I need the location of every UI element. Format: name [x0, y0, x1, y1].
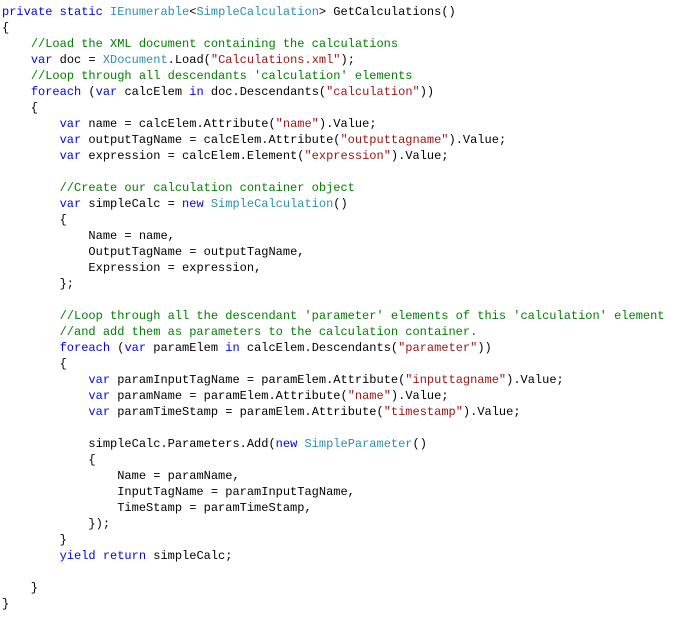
identifier: simpleCalc [153, 549, 225, 563]
keyword: in [225, 341, 239, 355]
identifier: Name [117, 469, 146, 483]
identifier: calcElem [139, 117, 197, 131]
comment: //and add them as parameters to the calc… [60, 325, 478, 339]
identifier: calcElem [204, 133, 262, 147]
identifier: Element [247, 149, 297, 163]
identifier: outputTagName [88, 133, 182, 147]
type: SimpleCalculation [196, 5, 318, 19]
identifier: Value [477, 405, 513, 419]
identifier: Value [405, 149, 441, 163]
keyword: static [60, 5, 103, 19]
keyword: var [60, 133, 82, 147]
code-block: private static IEnumerable<SimpleCalcula… [0, 0, 682, 616]
keyword: var [124, 341, 146, 355]
identifier: paramName [168, 469, 233, 483]
identifier: paramTimeStamp [117, 405, 218, 419]
keyword: in [189, 85, 203, 99]
string: "name" [348, 389, 391, 403]
identifier: name [88, 117, 117, 131]
identifier: Attribute [312, 405, 377, 419]
type: XDocument [103, 53, 168, 67]
keyword: var [88, 389, 110, 403]
identifier: Attribute [276, 389, 341, 403]
string: "timestamp" [384, 405, 463, 419]
string: "Calculations.xml" [211, 53, 341, 67]
string: "expression" [304, 149, 390, 163]
type: SimpleParameter [304, 437, 412, 451]
identifier: Add [247, 437, 269, 451]
keyword: var [88, 405, 110, 419]
keyword: private [2, 5, 52, 19]
identifier: TimeStamp [117, 501, 182, 515]
string: "parameter" [398, 341, 477, 355]
identifier: Value [463, 133, 499, 147]
string: "calculation" [326, 85, 420, 99]
keyword: var [60, 197, 82, 211]
identifier: calcElem [182, 149, 240, 163]
identifier: simpleCalc [88, 437, 160, 451]
identifier: GetCalculations [333, 5, 441, 19]
identifier: Value [521, 373, 557, 387]
type: SimpleCalculation [211, 197, 333, 211]
comment: //Load the XML document containing the c… [31, 37, 398, 51]
identifier: paramName [117, 389, 182, 403]
comment: //Create our calculation container objec… [60, 181, 355, 195]
identifier: InputTagName [117, 485, 203, 499]
identifier: expression [182, 261, 254, 275]
identifier: Load [175, 53, 204, 67]
keyword: new [276, 437, 298, 451]
keyword: foreach [31, 85, 81, 99]
keyword: return [103, 549, 146, 563]
identifier: Attribute [204, 117, 269, 131]
string: "name" [276, 117, 319, 131]
identifier: paramElem [240, 405, 305, 419]
identifier: Value [405, 389, 441, 403]
identifier: simpleCalc [88, 197, 160, 211]
identifier: OutputTagName [88, 245, 182, 259]
identifier: calcElem [247, 341, 305, 355]
identifier: Attribute [268, 133, 333, 147]
identifier: paramElem [204, 389, 269, 403]
string: "inputtagname" [405, 373, 506, 387]
identifier: Descendants [312, 341, 391, 355]
identifier: Attribute [333, 373, 398, 387]
identifier: name [139, 229, 168, 243]
identifier: Expression [88, 261, 160, 275]
identifier: doc [211, 85, 233, 99]
identifier: outputTagName [204, 245, 298, 259]
keyword: var [60, 149, 82, 163]
comment: //Loop through all descendants 'calculat… [31, 69, 413, 83]
identifier: Parameters [168, 437, 240, 451]
identifier: paramInputTagName [117, 373, 239, 387]
identifier: Value [333, 117, 369, 131]
string: "outputtagname" [340, 133, 448, 147]
identifier: doc [60, 53, 82, 67]
keyword: var [96, 85, 118, 99]
identifier: calcElem [124, 85, 182, 99]
identifier: expression [88, 149, 160, 163]
comment: //Loop through all the descendant 'param… [60, 309, 665, 323]
keyword: foreach [60, 341, 110, 355]
identifier: paramInputTagName [225, 485, 347, 499]
type: IEnumerable [110, 5, 189, 19]
identifier: Descendants [240, 85, 319, 99]
identifier: paramElem [261, 373, 326, 387]
keyword: var [88, 373, 110, 387]
keyword: var [31, 53, 53, 67]
identifier: paramTimeStamp [204, 501, 305, 515]
keyword: yield [60, 549, 96, 563]
keyword: var [60, 117, 82, 131]
identifier: Name [88, 229, 117, 243]
identifier: paramElem [153, 341, 218, 355]
keyword: new [182, 197, 204, 211]
